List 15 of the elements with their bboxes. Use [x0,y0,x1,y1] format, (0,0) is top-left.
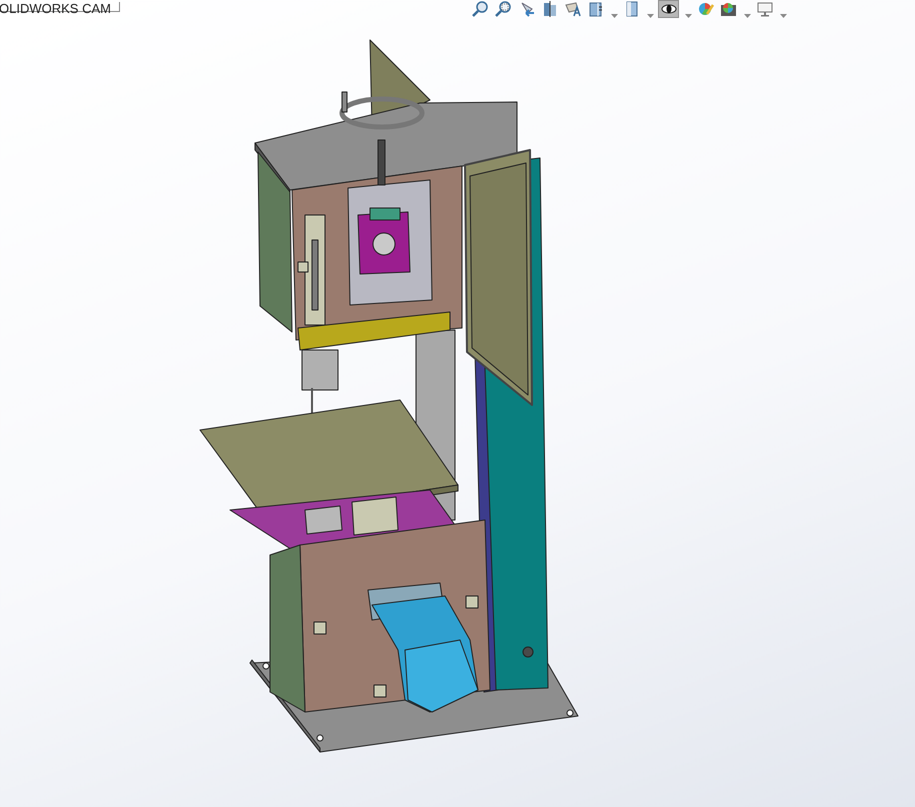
dropdown-caret-icon[interactable] [647,14,654,18]
dropdown-caret-icon[interactable] [744,14,751,18]
magnifier-icon [472,1,489,17]
color-ball-pencil-icon [697,1,714,17]
toolbar-button[interactable] [658,0,679,18]
scene-icon [720,1,737,17]
dropdown-caret-icon[interactable] [780,14,787,18]
toolbar-button[interactable] [719,0,738,18]
annotation-view-icon [564,1,581,17]
monitor-icon [756,1,773,17]
dropdown-caret-icon[interactable] [611,14,618,18]
magnifier-icon [495,1,512,17]
section-view-icon [541,1,558,17]
dropdown-caret-icon[interactable] [685,14,692,18]
cube-view-icon [587,1,604,17]
